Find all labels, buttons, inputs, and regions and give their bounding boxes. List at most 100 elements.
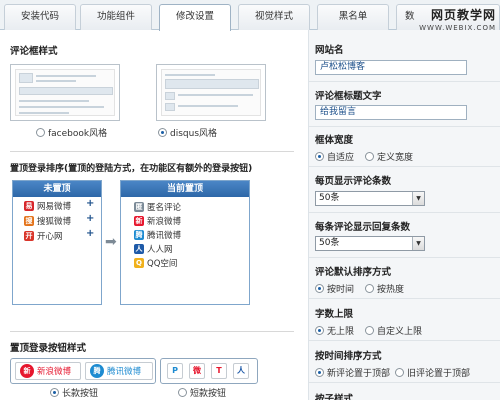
radio-button[interactable] — [315, 284, 324, 293]
arrow-right-icon: ➡ — [105, 234, 117, 250]
not-pinned-item[interactable]: 易 网易微博 — [24, 200, 71, 212]
option-label: facebook风格 — [48, 129, 108, 139]
per-page-select[interactable]: 50条 ▼ — [315, 191, 425, 206]
button-label: 腾讯微博 — [107, 367, 142, 377]
disqus-style-thumbnail[interactable] — [156, 64, 266, 121]
reply-count-label: 每条评论显示回复条数 — [315, 222, 411, 233]
pinned-item[interactable]: 人 人人网 — [134, 243, 173, 255]
item-label: 匿名评论 — [147, 203, 182, 213]
facebook-style-option[interactable]: facebook风格 — [36, 126, 107, 139]
long-button-option[interactable]: 长款按钮 — [50, 386, 98, 399]
add-icon[interactable]: + — [86, 198, 94, 209]
select-value: 50条 — [319, 193, 340, 203]
divider — [309, 126, 500, 127]
width-custom-option[interactable]: 定义宽度 — [365, 150, 413, 163]
option-label: 定义宽度 — [377, 153, 414, 163]
option-label: 长款按钮 — [62, 389, 99, 399]
text-line — [19, 106, 104, 108]
divider — [309, 382, 500, 383]
button-label: 新浪微博 — [37, 367, 72, 377]
width-auto-option[interactable]: 自适应 — [315, 150, 354, 163]
style-section-title: 评论框样式 — [10, 46, 58, 57]
tencent-short-button: P — [167, 363, 183, 379]
item-label: 腾讯微博 — [147, 231, 182, 241]
text-line — [36, 75, 96, 77]
radio-button[interactable] — [315, 152, 324, 161]
chevron-down-icon[interactable]: ▼ — [412, 192, 424, 205]
radio-button[interactable] — [36, 128, 45, 137]
option-label: 短款按钮 — [190, 389, 227, 399]
word-limit-label: 字数上限 — [315, 309, 354, 320]
sina-weibo-icon: 新 — [20, 364, 34, 378]
newest-top-option[interactable]: 新评论置于顶部 — [315, 366, 390, 379]
sort-by-hot-option[interactable]: 按热度 — [365, 282, 404, 295]
radio-button[interactable] — [315, 326, 324, 335]
tab-blacklist[interactable]: 黑名单 — [317, 4, 389, 30]
tab-components[interactable]: 功能组件 — [80, 4, 152, 30]
select-value: 50条 — [319, 238, 340, 248]
radio-button[interactable] — [365, 326, 374, 335]
item-label: 新浪微博 — [147, 217, 182, 227]
per-page-label: 每页显示评论条数 — [315, 176, 392, 187]
comment-input — [19, 87, 113, 95]
settings-panel: 网站名 卢松松博客 评论框标题文字 给我留言 框体宽度 自适应 定义宽度 每页显… — [308, 30, 500, 400]
facebook-style-thumbnail[interactable] — [10, 64, 120, 121]
site-name-input[interactable]: 卢松松博客 — [315, 60, 467, 75]
sina-weibo-icon: 新 — [134, 216, 144, 226]
not-pinned-item[interactable]: 开 开心网 — [24, 230, 63, 242]
radio-button[interactable] — [365, 152, 374, 161]
radio-button[interactable] — [395, 368, 404, 377]
radio-button[interactable] — [315, 368, 324, 377]
cut-off-label: 按子样式 — [315, 394, 354, 400]
tab-visual-style[interactable]: 视觉样式 — [238, 4, 310, 30]
custom-limit-option[interactable]: 自定义上限 — [365, 324, 422, 337]
divider — [309, 257, 500, 258]
item-label: 网易微博 — [37, 202, 72, 212]
box-title-input[interactable]: 给我留言 — [315, 105, 467, 120]
tencent-t-short-button: T — [211, 363, 227, 379]
kaixin-icon: 开 — [24, 231, 34, 241]
tencent-weibo-icon: 腾 — [90, 364, 104, 378]
avatar — [19, 73, 33, 83]
site-name-label: 网站名 — [315, 45, 344, 56]
disqus-style-option[interactable]: disqus风格 — [158, 126, 217, 139]
pinned-item[interactable]: 腾 腾讯微博 — [134, 229, 181, 241]
text-line — [165, 74, 215, 76]
radio-button[interactable] — [365, 284, 374, 293]
text-line — [19, 112, 69, 114]
renren-short-button: 人 — [233, 363, 249, 379]
button-style-title: 置顶登录按钮样式 — [10, 343, 87, 354]
chevron-down-icon[interactable]: ▼ — [412, 237, 424, 250]
item-label: 开心网 — [37, 232, 63, 242]
pinned-item[interactable]: 匿 匿名评论 — [134, 201, 181, 213]
sina-login-button: 新 新浪微博 — [15, 362, 81, 380]
sort-label: 评论默认排序方式 — [315, 267, 392, 278]
tab-settings[interactable]: 修改设置 — [159, 4, 231, 31]
thumbnail-frame — [161, 69, 261, 116]
option-label: 无上限 — [327, 327, 355, 337]
pinned-item[interactable]: Q QQ空间 — [134, 257, 177, 269]
comment-input — [165, 79, 259, 89]
short-button-option[interactable]: 短款按钮 — [178, 386, 226, 399]
sohu-icon: 搜 — [24, 216, 34, 226]
divider — [309, 81, 500, 82]
option-label: disqus风格 — [170, 129, 218, 139]
reply-count-select[interactable]: 50条 ▼ — [315, 236, 425, 251]
radio-button[interactable] — [50, 388, 59, 397]
no-limit-option[interactable]: 无上限 — [315, 324, 354, 337]
not-pinned-item[interactable]: 搜 搜狐微博 — [24, 215, 71, 227]
add-icon[interactable]: + — [86, 213, 94, 224]
radio-button[interactable] — [158, 128, 167, 137]
radio-button[interactable] — [178, 388, 187, 397]
short-button-preview[interactable]: P 微 T 人 — [160, 358, 258, 384]
pinned-item[interactable]: 新 新浪微博 — [134, 215, 181, 227]
item-label: 人人网 — [147, 245, 173, 255]
sort-by-time-option[interactable]: 按时间 — [315, 282, 354, 295]
long-button-preview[interactable]: 新 新浪微博 腾 腾讯微博 — [10, 358, 156, 384]
divider — [10, 151, 294, 152]
divider — [309, 212, 500, 213]
add-icon[interactable]: + — [86, 228, 94, 239]
oldest-top-option[interactable]: 旧评论置于顶部 — [395, 366, 470, 379]
text-line — [178, 105, 238, 107]
tab-install-code[interactable]: 安装代码 — [4, 4, 76, 30]
